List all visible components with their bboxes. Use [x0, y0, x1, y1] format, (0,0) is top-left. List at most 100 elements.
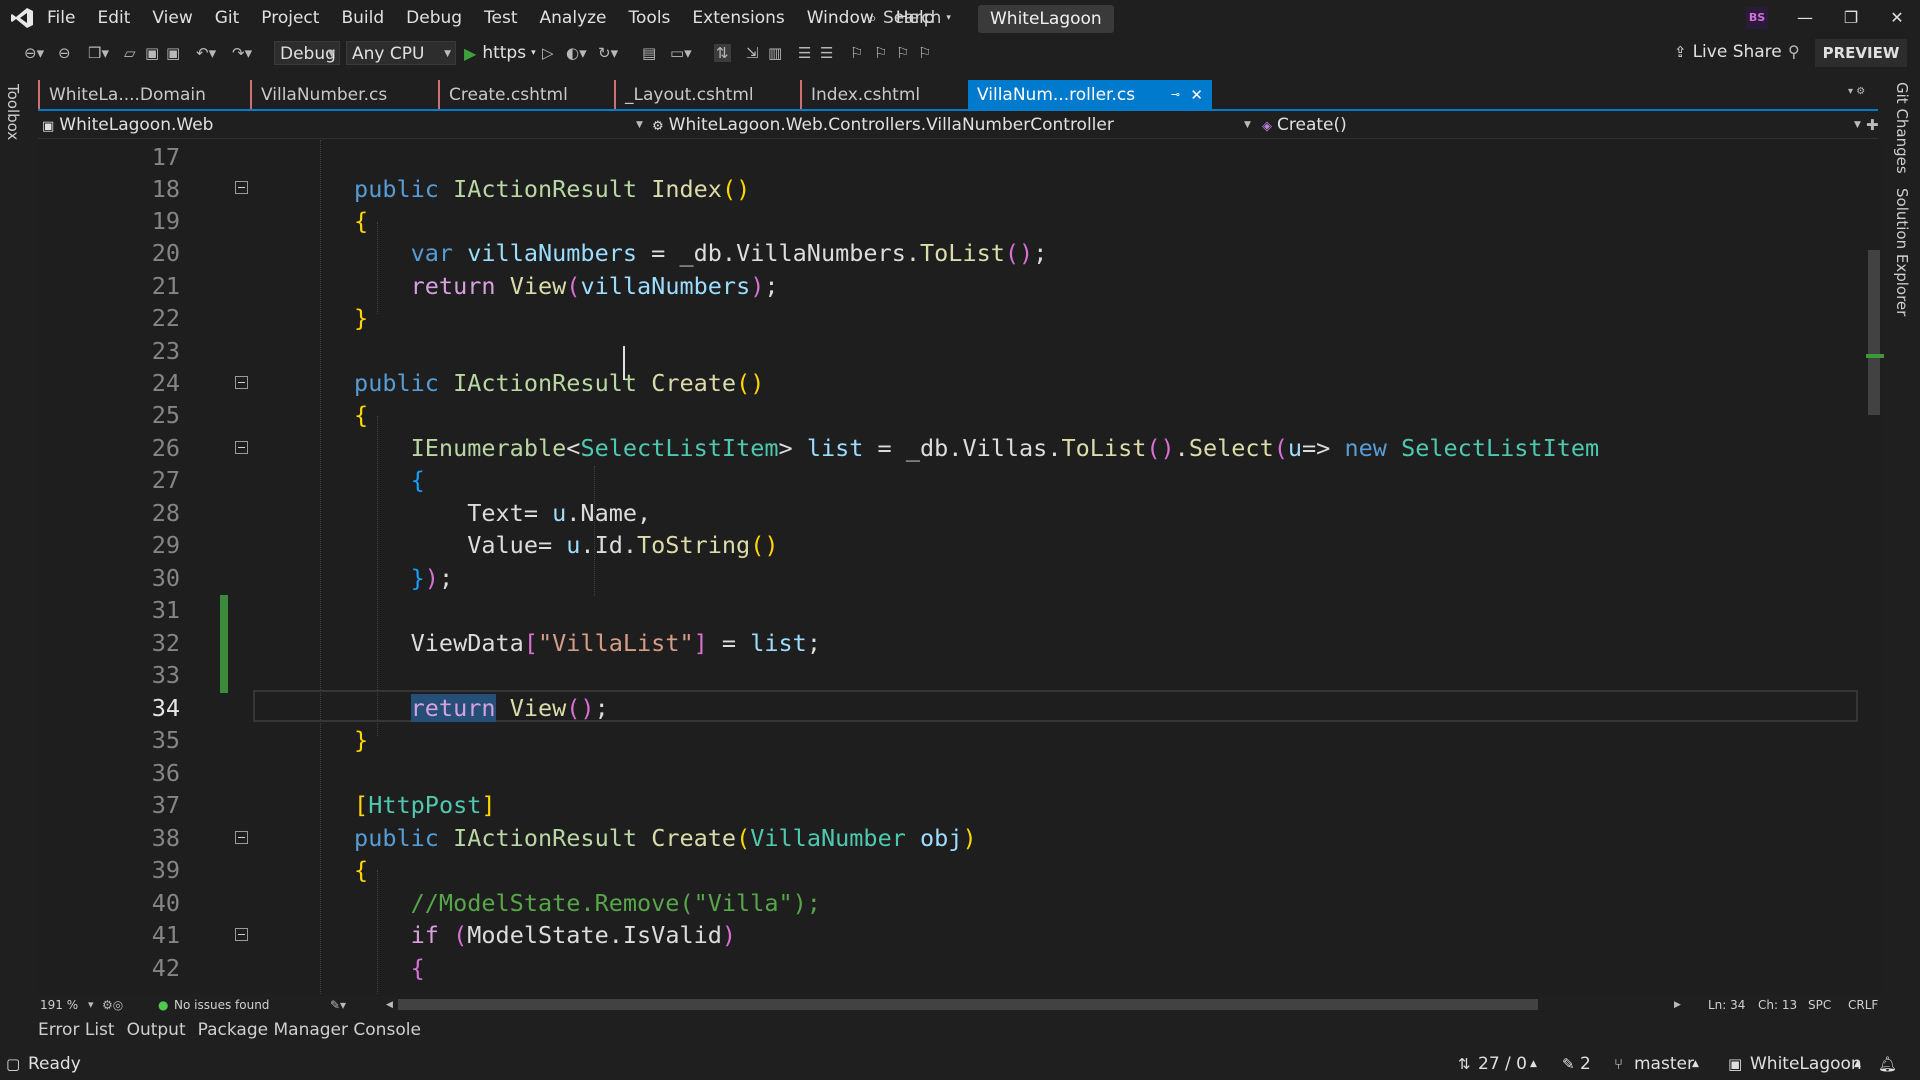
line-ending-indicator[interactable]: CRLF [1848, 994, 1878, 1016]
line-number: 17 [151, 143, 180, 171]
collapse-region-toggle[interactable] [235, 831, 248, 844]
minimize-button[interactable]: — [1782, 0, 1828, 36]
collapse-region-toggle[interactable] [235, 441, 248, 454]
solution-configuration-select[interactable]: Debug ▼ [274, 41, 340, 65]
navigate-back-icon[interactable]: ⊖▾ [24, 44, 44, 62]
horizontal-scrollbar-thumb[interactable] [398, 999, 1538, 1010]
change-indicator [220, 595, 228, 693]
menu-project[interactable]: Project [250, 0, 330, 36]
browser-link-icon[interactable]: ▤ [642, 44, 656, 62]
collapse-region-toggle[interactable] [235, 181, 248, 194]
zoom-level[interactable]: 191 % [40, 994, 78, 1016]
tab-villanumber-cs[interactable]: VillaNumber.cs [250, 80, 434, 110]
solution-explorer-tab[interactable]: Solution Explorer [1893, 188, 1911, 316]
start-debugging-button[interactable]: ▶ https ▾ [464, 41, 536, 65]
user-avatar[interactable]: BS [1746, 7, 1768, 29]
preview-badge[interactable]: PREVIEW [1815, 39, 1907, 67]
menu-git[interactable]: Git [204, 0, 251, 36]
pin-icon[interactable]: ⊸ [1171, 80, 1180, 110]
type-dropdown[interactable]: ⚙ WhiteLagoon.Web.Controllers.VillaNumber… [652, 112, 1114, 138]
save-icon[interactable]: ▣ [145, 44, 159, 62]
git-changes-tab[interactable]: Git Changes [1893, 82, 1911, 174]
document-tabs: WhiteLa....Domain VillaNumber.cs Create.… [38, 80, 1878, 110]
solution-platform-select[interactable]: Any CPU ▼ [346, 41, 456, 65]
line-number: 35 [151, 726, 180, 754]
next-bookmark-icon[interactable]: ⚐ [896, 44, 909, 62]
refresh-icon[interactable]: ↻▾ [598, 44, 618, 62]
branch-indicator[interactable]: master [1634, 1048, 1694, 1080]
commits-indicator[interactable]: 27 / 0 [1478, 1048, 1527, 1080]
repository-indicator[interactable]: WhiteLagoon [1750, 1048, 1862, 1080]
changes-indicator[interactable]: 2 [1580, 1048, 1591, 1080]
scroll-right-icon[interactable]: ▶ [1674, 994, 1681, 1016]
branch-icon: ⑂ [1614, 1055, 1624, 1073]
save-all-icon[interactable]: ▣ [166, 44, 180, 62]
feedback-icon[interactable]: ⚲ [1788, 42, 1800, 61]
attach-icon[interactable]: ◐▾ [566, 44, 587, 62]
collapse-region-toggle[interactable] [235, 376, 248, 389]
menu-extensions[interactable]: Extensions [681, 0, 795, 36]
clear-bookmarks-icon[interactable]: ⚐ [918, 44, 931, 62]
issues-status[interactable]: No issues found [174, 994, 269, 1016]
tab-error-list[interactable]: Error List [38, 1020, 115, 1040]
spacing-indicator[interactable]: SPC [1808, 994, 1831, 1016]
line-number: 22 [151, 304, 180, 332]
tab-overflow-icon[interactable]: ▾ ⚙ [1848, 86, 1865, 97]
line-number: 21 [151, 272, 180, 300]
member-dropdown[interactable]: ◈ Create() [1262, 112, 1347, 138]
visual-studio-logo-icon[interactable] [10, 7, 34, 29]
project-name: WhiteLagoon.Web [59, 115, 214, 135]
prev-bookmark-icon[interactable]: ⚐ [874, 44, 887, 62]
tab-layout-cshtml[interactable]: _Layout.cshtml [614, 80, 804, 110]
split-editor-icon[interactable]: ✚ [1866, 112, 1879, 138]
code-line: { [354, 401, 369, 429]
line-number: 20 [151, 239, 180, 267]
menu-build[interactable]: Build [330, 0, 395, 36]
health-icon[interactable]: ⚙◎ [102, 994, 123, 1016]
live-share-button[interactable]: ⇪ Live Share [1674, 40, 1782, 64]
restore-button[interactable]: ❐ [1828, 0, 1874, 36]
code-line: { [354, 207, 369, 235]
open-file-icon[interactable]: ▱ [124, 44, 136, 62]
notification-icon[interactable]: ▢ [6, 1048, 20, 1080]
menu-analyze[interactable]: Analyze [529, 0, 618, 36]
comment-icon[interactable]: ▥ [768, 44, 782, 62]
step-icon[interactable]: ⇲ [746, 44, 759, 62]
outdent-icon[interactable]: ☰ [798, 44, 811, 62]
line-indicator[interactable]: Ln: 34 [1708, 994, 1745, 1016]
notifications-bell-icon[interactable]: 🔔︎ [1878, 1048, 1897, 1080]
tab-output[interactable]: Output [127, 1020, 186, 1040]
tab-label: _Layout.cshtml [625, 85, 754, 105]
redo-icon[interactable]: ↷▾ [232, 44, 252, 62]
menu-debug[interactable]: Debug [395, 0, 473, 36]
indent-icon[interactable]: ☰ [820, 44, 833, 62]
tab-package-manager-console[interactable]: Package Manager Console [198, 1020, 421, 1040]
search-button[interactable]: ⌕ Search ▾ [868, 6, 951, 30]
scrollbar-change-marker [1866, 354, 1884, 358]
bookmark-icon[interactable]: ⚐ [850, 44, 863, 62]
hot-reload-icon[interactable]: ⇅ [714, 44, 731, 62]
menu-view[interactable]: View [141, 0, 203, 36]
code-cleanup-icon[interactable]: ✎▾ [330, 994, 346, 1016]
menu-edit[interactable]: Edit [86, 0, 141, 36]
menu-test[interactable]: Test [473, 0, 528, 36]
toolbox-tab[interactable]: Toolbox [4, 84, 22, 140]
new-project-icon[interactable]: ❒▾ [88, 44, 109, 62]
undo-icon[interactable]: ↶▾ [196, 44, 216, 62]
tab-villanumbercontroller-cs[interactable]: VillaNum...roller.cs ⊸ ✕ [968, 80, 1212, 110]
tab-domain[interactable]: WhiteLa....Domain [38, 80, 246, 110]
start-without-debugging-icon[interactable]: ▷ [542, 44, 554, 62]
menu-file[interactable]: File [36, 0, 86, 36]
collapse-region-toggle[interactable] [235, 928, 248, 941]
window-layout-icon[interactable]: ▭▾ [670, 44, 692, 62]
vertical-scrollbar-thumb[interactable] [1868, 250, 1880, 415]
menu-tools[interactable]: Tools [618, 0, 682, 36]
code-line: return View(); [410, 694, 609, 722]
project-dropdown[interactable]: ▣ WhiteLagoon.Web [42, 112, 213, 138]
char-indicator[interactable]: Ch: 13 [1758, 994, 1797, 1016]
line-number: 32 [151, 629, 180, 657]
close-tab-icon[interactable]: ✕ [1190, 80, 1203, 110]
scroll-left-icon[interactable]: ◀ [386, 994, 393, 1016]
close-window-button[interactable]: ✕ [1874, 0, 1920, 36]
navigate-forward-icon[interactable]: ⊖ [58, 44, 71, 62]
